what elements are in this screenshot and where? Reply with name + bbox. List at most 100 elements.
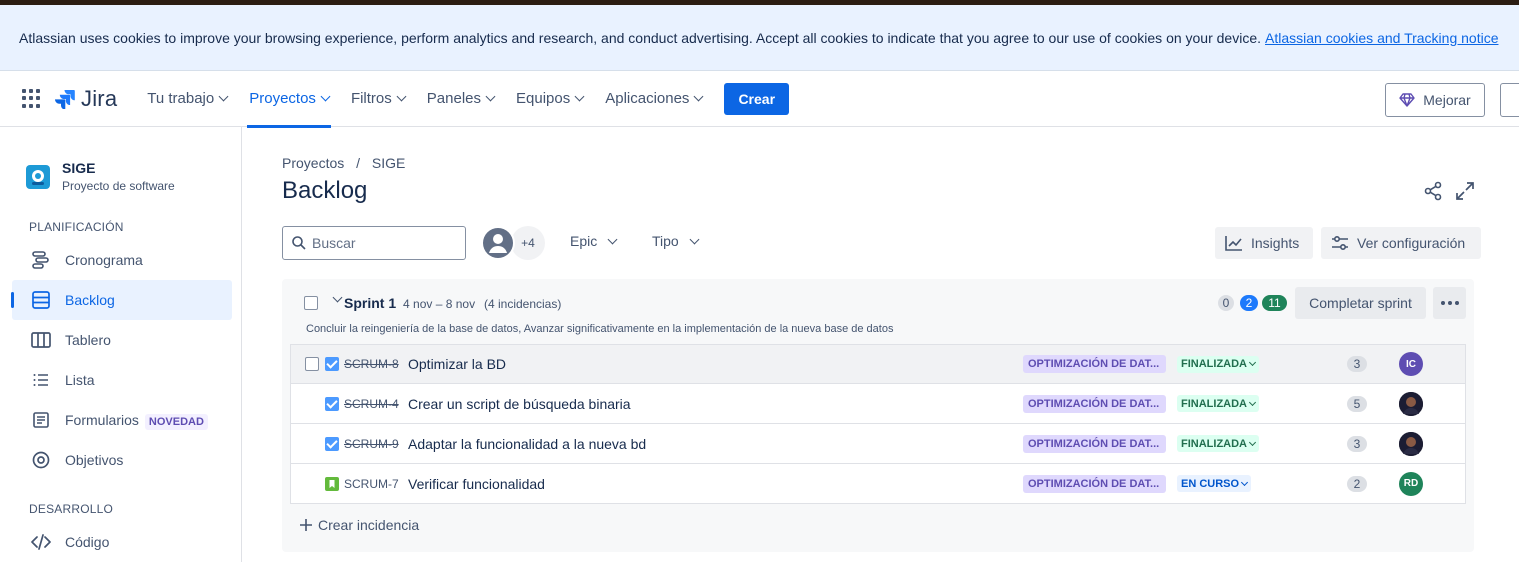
assignee-avatar-photo[interactable] [1399,391,1423,416]
status-dropdown[interactable]: FINALIZADA [1177,395,1259,412]
project-avatar-icon [26,164,50,189]
nav-tu-trabajo[interactable]: Tu trabajo [147,71,229,127]
assignee-avatar-photo[interactable] [1399,431,1423,456]
jira-logo[interactable]: Jira [55,86,117,112]
project-type: Proyecto de software [62,179,175,193]
story-points-badge[interactable]: 2 [1347,475,1367,492]
view-settings-button[interactable]: Ver configuración [1321,227,1481,259]
sidebar-item-backlog[interactable]: Backlog [11,280,232,320]
sidebar-item-tablero[interactable]: Tablero [12,320,232,360]
nav-filtros[interactable]: Filtros [350,71,407,127]
issue-row[interactable]: SCRUM-7 Verificar funcionalidad OPTIMIZA… [290,464,1466,504]
breadcrumb-sige[interactable]: SIGE [372,155,405,171]
section-dev: DESARROLLO [29,502,114,516]
nav-aplicaciones[interactable]: Aplicaciones [605,71,704,127]
timeline-icon [32,251,49,269]
issue-row[interactable]: SCRUM-8 Optimizar la BD OPTIMIZACIÓN DE … [290,344,1466,384]
nav-equipos[interactable]: Equipos [516,71,585,127]
sprint-select-checkbox[interactable] [304,296,318,310]
settings-sliders-icon [1332,235,1348,251]
project-name: SIGE [62,160,96,176]
status-dropdown[interactable]: FINALIZADA [1177,435,1259,452]
sprint-name[interactable]: Sprint 1 [344,295,396,311]
status-dropdown[interactable]: EN CURSO [1177,475,1252,492]
chevron-down-icon [693,91,704,102]
list-icon [33,374,48,386]
sidebar-item-label: Formularios NOVEDAD [65,412,208,430]
breadcrumb-separator: / [356,155,361,171]
global-search-button[interactable] [1500,83,1519,117]
issue-select-checkbox[interactable] [305,357,319,371]
assignee-avatar[interactable]: IC [1399,352,1423,376]
issue-summary[interactable]: Optimizar la BD [408,356,506,372]
view-settings-label: Ver configuración [1357,235,1466,251]
nav-label: Filtros [350,90,392,107]
issue-row[interactable]: SCRUM-4 Crear un script de búsqueda bina… [290,384,1466,424]
sidebar-item-formularios[interactable]: Formularios NOVEDAD [12,400,232,440]
sidebar-item-codigo[interactable]: Código [12,522,232,562]
user-photo-icon [1399,391,1423,416]
fullscreen-icon[interactable] [1456,182,1474,200]
story-points-badge[interactable]: 3 [1347,435,1367,452]
story-type-icon [325,476,339,491]
issue-key[interactable]: SCRUM-8 [344,357,399,371]
issue-summary[interactable]: Crear un script de búsqueda binaria [408,396,631,412]
issue-key[interactable]: SCRUM-4 [344,397,399,411]
issue-row[interactable]: SCRUM-9 Adaptar la funcionalidad a la nu… [290,424,1466,464]
insights-label: Insights [1251,235,1300,251]
share-icon[interactable] [1423,181,1443,201]
breadcrumb-proyectos[interactable]: Proyectos [282,155,344,171]
create-issue-button[interactable]: Crear incidencia [299,517,419,533]
issue-summary[interactable]: Adaptar la funcionalidad a la nueva bd [408,436,646,452]
sidebar-item-objetivos[interactable]: Objetivos [12,440,232,480]
sprint-more-actions-button[interactable] [1433,287,1466,319]
issue-key[interactable]: SCRUM-7 [344,477,399,491]
search-placeholder: Buscar [312,235,356,251]
epic-filter[interactable]: Epic [570,233,618,249]
sidebar-item-cronograma[interactable]: Cronograma [12,240,232,280]
chevron-down-icon [1248,438,1257,446]
code-icon [31,534,51,550]
nav-proyectos[interactable]: Proyectos [247,71,331,128]
type-filter[interactable]: Tipo [652,233,700,249]
story-points-badge[interactable]: 3 [1347,356,1367,372]
story-points-badge[interactable]: 5 [1347,395,1367,412]
project-sidebar: SIGE Proyecto de software PLANIFICACIÓN … [0,127,242,562]
status-label: FINALIZADA [1181,397,1247,410]
upgrade-button[interactable]: Mejorar [1385,83,1485,117]
backlog-icon [32,291,50,309]
status-dropdown[interactable]: FINALIZADA [1177,355,1259,373]
avatar-filter-unassigned[interactable] [481,226,515,260]
project-header[interactable]: SIGE Proyecto de software [26,160,241,193]
sidebar-item-lista[interactable]: Lista [12,360,232,400]
issue-key[interactable]: SCRUM-9 [344,437,399,451]
chevron-down-icon [574,91,585,102]
issue-summary[interactable]: Verificar funcionalidad [408,476,545,492]
app-switcher-icon[interactable] [22,88,42,109]
assignee-avatar[interactable]: RD [1399,471,1423,496]
sidebar-item-label: Cronograma [65,252,143,268]
epic-lozenge: OPTIMIZACIÓN DE DAT... [1023,394,1166,413]
chart-line-icon [1225,236,1242,251]
in-progress-count-badge: 2 [1240,295,1258,311]
cookie-text: Atlassian uses cookies to improve your b… [19,29,1262,46]
new-badge: NOVEDAD [144,414,208,430]
todo-count-badge: 0 [1218,295,1234,311]
insights-button[interactable]: Insights [1215,227,1313,259]
create-issue-label: Crear incidencia [318,517,420,533]
chevron-down-icon [396,91,407,102]
cookie-policy-link[interactable]: Atlassian cookies and Tracking notice [1265,30,1498,46]
avatar-more-button[interactable]: +4 [511,226,545,260]
search-input[interactable]: Buscar [282,226,466,260]
cookie-banner: Atlassian uses cookies to improve your b… [0,5,1519,71]
page-title: Backlog [282,177,368,204]
complete-sprint-button[interactable]: Completar sprint [1295,287,1426,319]
top-nav: Jira Tu trabajo Proyectos Filtros Panele… [0,71,1519,128]
sprint-issue-count: (4 incidencias) [483,297,562,311]
chevron-down-icon [1248,398,1257,406]
create-button[interactable]: Crear [724,82,790,115]
search-icon [292,236,306,250]
chevron-down-icon [1241,478,1249,486]
nav-paneles[interactable]: Paneles [427,71,496,127]
nav-label: Equipos [516,90,571,107]
